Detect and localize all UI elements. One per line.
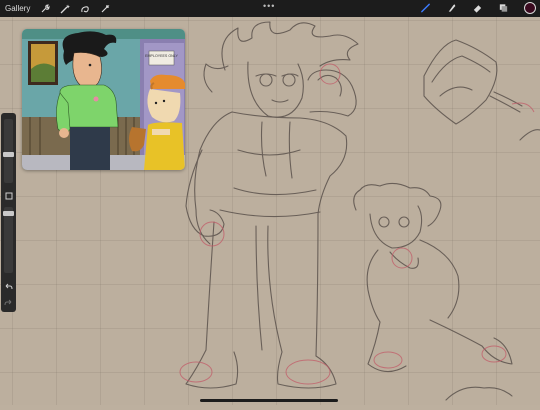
smudge-icon[interactable] bbox=[446, 3, 457, 14]
employees-only-sign: EMPLOYEES ONLY bbox=[145, 54, 178, 58]
brush-opacity-slider[interactable] bbox=[3, 207, 14, 273]
toolbar-right-group bbox=[420, 2, 536, 14]
home-indicator bbox=[200, 399, 338, 402]
wrench-icon[interactable] bbox=[39, 3, 50, 14]
brush-size-thumb[interactable] bbox=[3, 152, 14, 157]
reference-image: EMPLOYEES ONLY bbox=[22, 29, 185, 170]
color-swatch[interactable] bbox=[524, 2, 536, 14]
toolbar-left-group: Gallery bbox=[5, 3, 110, 14]
gallery-button[interactable]: Gallery bbox=[5, 4, 30, 13]
brush-icon[interactable] bbox=[420, 3, 431, 14]
transform-icon[interactable] bbox=[99, 3, 110, 14]
reference-window[interactable]: EMPLOYEES ONLY bbox=[22, 29, 185, 170]
brush-opacity-thumb[interactable] bbox=[3, 211, 14, 216]
more-menu-button[interactable]: ••• bbox=[263, 1, 275, 11]
brush-size-slider[interactable] bbox=[3, 119, 14, 183]
magic-wand-icon[interactable] bbox=[59, 3, 70, 14]
layers-icon[interactable] bbox=[498, 3, 509, 14]
undo-icon[interactable] bbox=[4, 283, 13, 292]
brush-sidebar bbox=[1, 113, 16, 312]
modify-square-button[interactable] bbox=[4, 192, 13, 201]
top-toolbar: Gallery ••• bbox=[0, 0, 540, 17]
eraser-icon[interactable] bbox=[472, 3, 483, 14]
selection-icon[interactable] bbox=[79, 3, 90, 14]
redo-icon[interactable] bbox=[4, 299, 13, 308]
